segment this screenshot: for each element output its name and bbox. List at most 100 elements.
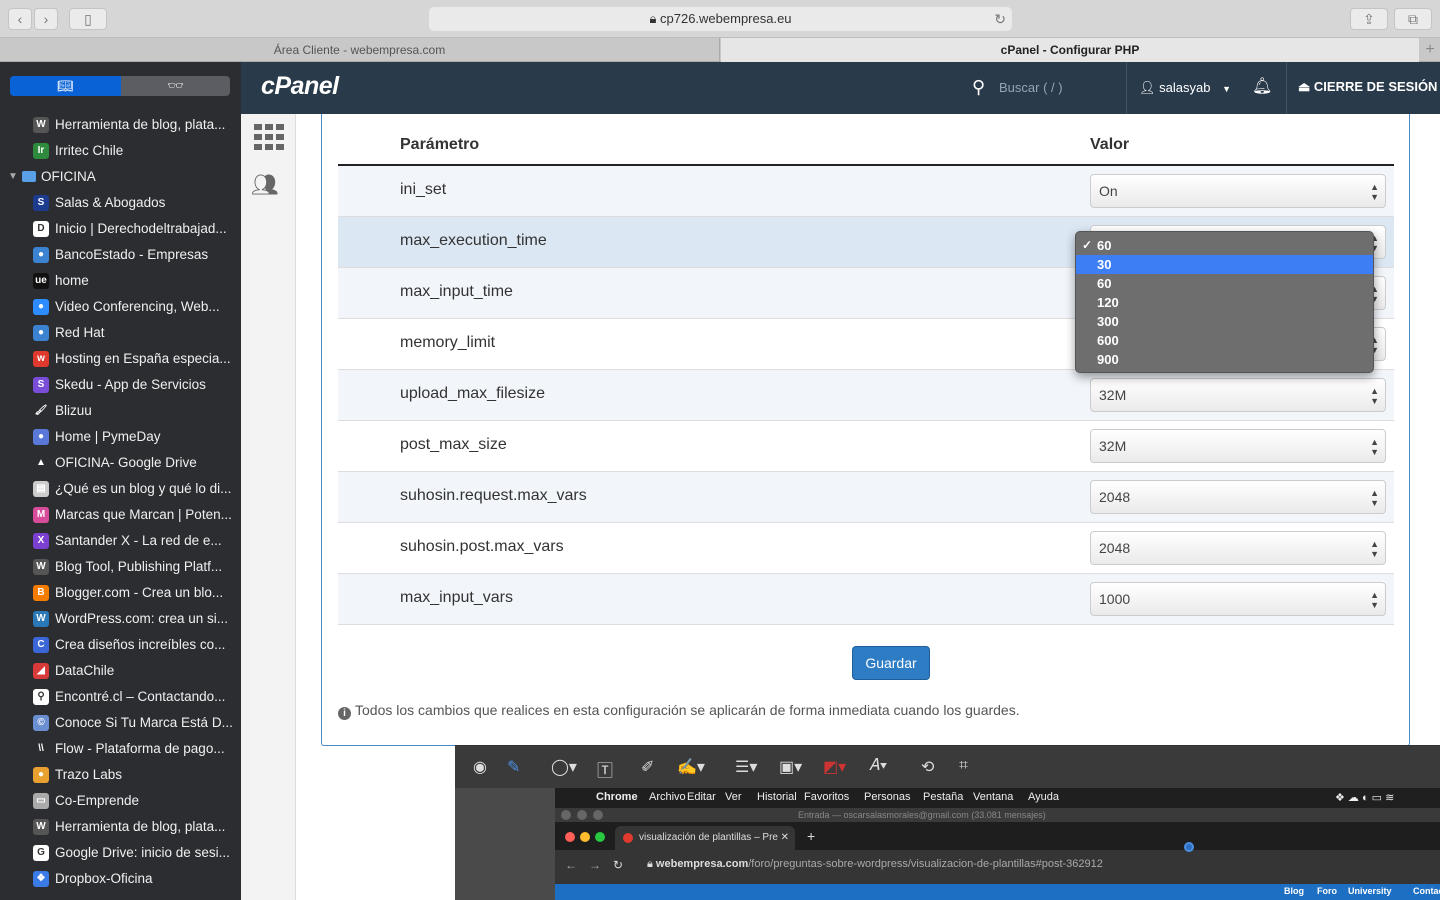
sidebar-folder[interactable]: ▼ OFICINA: [0, 164, 241, 190]
text-tool-icon[interactable]: 🅃: [597, 757, 613, 781]
crop-icon[interactable]: ⌗: [959, 757, 968, 775]
new-tab-button[interactable]: +: [1420, 38, 1440, 62]
bookmarks-sidebar: 📖︎ 👓︎ W Herramienta de blog, plata... Ir Ir…: [0, 62, 241, 900]
bookmark-item[interactable]: G Google Drive: inicio de sesi...: [0, 840, 241, 866]
value-select[interactable]: 2048 ▲ ▼: [1090, 531, 1386, 565]
select-value: 32M: [1099, 438, 1127, 454]
bookmark-item[interactable]: ● Red Hat: [0, 320, 241, 346]
table-row: ini_set On ▲ ▼: [338, 166, 1394, 217]
users-icon[interactable]: 👥︎: [251, 172, 279, 198]
bookmark-label: ¿Qué es un blog y qué lo di...: [55, 481, 232, 496]
back-button[interactable]: ‹: [8, 8, 32, 30]
search-input[interactable]: Buscar ( / ): [999, 80, 1063, 95]
bookmark-item[interactable]: ● Video Conferencing, Web...: [0, 294, 241, 320]
save-button[interactable]: Guardar: [852, 646, 930, 680]
bookmark-item[interactable]: W WordPress.com: crea un si...: [0, 606, 241, 632]
bookmark-item[interactable]: ▤ ¿Qué es un blog y qué lo di...: [0, 476, 241, 502]
dropdown-option[interactable]: ✓ 60: [1076, 236, 1373, 255]
gmail-window-title: Entrada — oscarsalasmorales@gmail.com (3…: [798, 810, 1046, 820]
dropdown-option[interactable]: 900: [1076, 350, 1373, 369]
line-style-icon[interactable]: ☰▾: [735, 757, 757, 777]
bookmark-item[interactable]: ❖ Dropbox-Oficina: [0, 866, 241, 892]
mac-menu-item: Favoritos: [804, 791, 850, 803]
drive-icon: ▲: [33, 455, 49, 471]
bookmark-item[interactable]: C Crea diseños increíbles co...: [0, 632, 241, 658]
user-menu[interactable]: 👤︎ salasyab ▼: [1139, 80, 1231, 96]
dropdown-option-label: 60: [1097, 276, 1112, 291]
bookmark-item[interactable]: © Conoce Si Tu Marca Está D...: [0, 710, 241, 736]
bookmark-item[interactable]: Ir Irritec Chile: [0, 138, 241, 164]
bell-icon[interactable]: 🔔︎: [1252, 76, 1272, 96]
bookmark-label: Crea diseños increíbles co...: [55, 637, 226, 652]
bookmark-item[interactable]: ● Home | PymeDay: [0, 424, 241, 450]
grid-icon[interactable]: [254, 124, 284, 150]
logout-button[interactable]: ⏏︎ CIERRE DE SESIÓN: [1298, 79, 1437, 95]
highlight-icon[interactable]: ✐: [641, 757, 654, 777]
bookmarks-icon[interactable]: 📖︎: [10, 76, 121, 96]
sidebar-toggle-button[interactable]: ▯: [69, 8, 107, 30]
sketch-icon[interactable]: ✎: [507, 757, 520, 777]
checkmark-icon: ✓: [1082, 238, 1093, 252]
bookmark-item[interactable]: W Herramienta de blog, plata...: [0, 112, 241, 138]
fill-color-icon[interactable]: ◩▾: [823, 757, 846, 777]
select-value: On: [1099, 183, 1118, 199]
bookmark-item[interactable]: M Marcas que Marcan | Poten...: [0, 502, 241, 528]
window-dot: [593, 810, 603, 820]
bookmark-item[interactable]: w Hosting en España especia...: [0, 346, 241, 372]
share-button[interactable]: ⇪: [1350, 8, 1388, 30]
dropdown-option[interactable]: 300: [1076, 312, 1373, 331]
bookmark-label: Skedu - App de Servicios: [55, 377, 206, 392]
select-dropdown-menu: ✓ 60 30 60 120 300 600 900: [1075, 231, 1374, 373]
dropdown-option[interactable]: 60: [1076, 274, 1373, 293]
bookmark-item[interactable]: D Inicio | Derechodeltrabajad...: [0, 216, 241, 242]
select-arrows-icon: ▲ ▼: [1370, 182, 1379, 202]
rotate-icon[interactable]: ⟲: [921, 757, 934, 777]
address-bar[interactable]: 🔒︎ cp726.webempresa.eu ↻: [429, 7, 1012, 31]
record-icon[interactable]: ◉: [473, 757, 487, 777]
bookmark-item[interactable]: ▭ Co-Emprende: [0, 788, 241, 814]
dropdown-option[interactable]: 120: [1076, 293, 1373, 312]
signature-icon[interactable]: ✍▾: [677, 757, 705, 777]
dropdown-option[interactable]: 600: [1076, 331, 1373, 350]
shapes-icon[interactable]: ◯▾: [551, 757, 577, 777]
bookmark-item[interactable]: ue home: [0, 268, 241, 294]
reading-list-icon[interactable]: 👓︎: [121, 76, 230, 96]
tab-cpanel[interactable]: cPanel - Configurar PHP: [721, 38, 1419, 62]
value-select[interactable]: 32M ▲ ▼: [1090, 429, 1386, 463]
table-row: post_max_size 32M ▲ ▼: [338, 421, 1394, 472]
search-icon[interactable]: ⚲: [972, 77, 985, 98]
folder-icon: [22, 171, 36, 182]
tab-area-cliente[interactable]: Área Cliente - webempresa.com: [0, 38, 720, 62]
dropdown-option[interactable]: 30: [1076, 255, 1373, 274]
cpanel-logo[interactable]: cPanel: [261, 72, 339, 101]
bookmark-item[interactable]: X Santander X - La red de e...: [0, 528, 241, 554]
bookmark-item[interactable]: ● BancoEstado - Empresas: [0, 242, 241, 268]
border-color-icon[interactable]: ▣▾: [779, 757, 802, 777]
bookmark-item[interactable]: W Herramienta de blog, plata...: [0, 814, 241, 840]
bookmark-item[interactable]: S Salas & Abogados: [0, 190, 241, 216]
reload-icon[interactable]: ↻: [994, 7, 1006, 31]
bookmark-item[interactable]: ⚲ Encontré.cl – Contactando...: [0, 684, 241, 710]
font-icon[interactable]: 𝐴▾: [869, 757, 887, 775]
value-select[interactable]: 2048 ▲ ▼: [1090, 480, 1386, 514]
bookmark-item[interactable]: B Blogger.com - Crea un blo...: [0, 580, 241, 606]
bookmark-label: OFICINA- Google Drive: [55, 455, 197, 470]
forward-button[interactable]: ›: [34, 8, 58, 30]
bookmark-item[interactable]: 🖌 Blizuu: [0, 398, 241, 424]
bookmark-item[interactable]: \\ Flow - Plataforma de pago...: [0, 736, 241, 762]
bookmark-item[interactable]: ▲ OFICINA- Google Drive: [0, 450, 241, 476]
status-icons: ❖ ☁ ◐ ▭ ≋: [1335, 792, 1395, 804]
php-config-panel: Parámetro Valor ini_set On ▲ ▼ max_execution…: [321, 114, 1410, 746]
select-arrows-icon: ▲ ▼: [1370, 488, 1379, 508]
value-select[interactable]: 32M ▲ ▼: [1090, 378, 1386, 412]
bookmark-item[interactable]: S Skedu - App de Servicios: [0, 372, 241, 398]
value-select[interactable]: On ▲ ▼: [1090, 174, 1386, 208]
wordpress-icon: W: [33, 611, 49, 627]
bookmark-item[interactable]: ◢ DataChile: [0, 658, 241, 684]
tabs-overview-button[interactable]: ⧉: [1394, 8, 1432, 30]
bookmark-label: DataChile: [55, 663, 115, 678]
bookmark-item[interactable]: ● Trazo Labs: [0, 762, 241, 788]
bookmark-item[interactable]: W Blog Tool, Publishing Platf...: [0, 554, 241, 580]
wordpress-icon: W: [33, 819, 49, 835]
value-select[interactable]: 1000 ▲ ▼: [1090, 582, 1386, 616]
